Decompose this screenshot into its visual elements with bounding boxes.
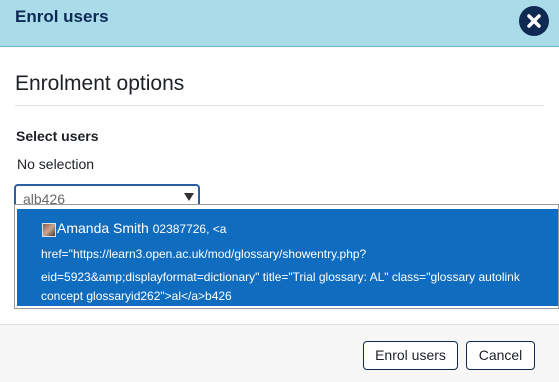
avatar	[42, 223, 56, 237]
suggestion-id: 02387726, <a	[152, 222, 227, 236]
divider	[15, 105, 544, 106]
modal-title: Enrol users	[15, 7, 109, 26]
selection-status: No selection	[17, 156, 95, 172]
suggestion-name: Amanda Smith	[57, 220, 149, 236]
suggestions-list: Amanda Smith 02387726, <a href="https://…	[14, 204, 559, 309]
enrol-users-button[interactable]: Enrol users	[363, 341, 458, 370]
caret-down-icon[interactable]	[184, 193, 194, 201]
close-icon	[527, 14, 541, 28]
section-title: Enrolment options	[15, 72, 185, 95]
suggestion-line-4: concept glossaryid262">al</a>b426	[41, 289, 232, 303]
cancel-button[interactable]: Cancel	[466, 341, 535, 370]
suggestion-name-line: Amanda Smith 02387726, <a	[57, 220, 226, 236]
close-button[interactable]	[519, 6, 549, 36]
modal-footer: Enrol users Cancel	[0, 324, 559, 382]
suggestion-line-3: eid=5923&amp;displayformat=dictionary" t…	[41, 270, 520, 284]
modal-header: Enrol users	[0, 0, 559, 47]
enrol-users-dialog: Enrol users Enrolment options Select use…	[0, 0, 559, 382]
suggestion-line-2: href="https://learn3.open.ac.uk/mod/glos…	[41, 247, 367, 261]
select-users-label: Select users	[16, 128, 99, 144]
suggestion-item[interactable]: Amanda Smith 02387726, <a href="https://…	[17, 209, 558, 306]
